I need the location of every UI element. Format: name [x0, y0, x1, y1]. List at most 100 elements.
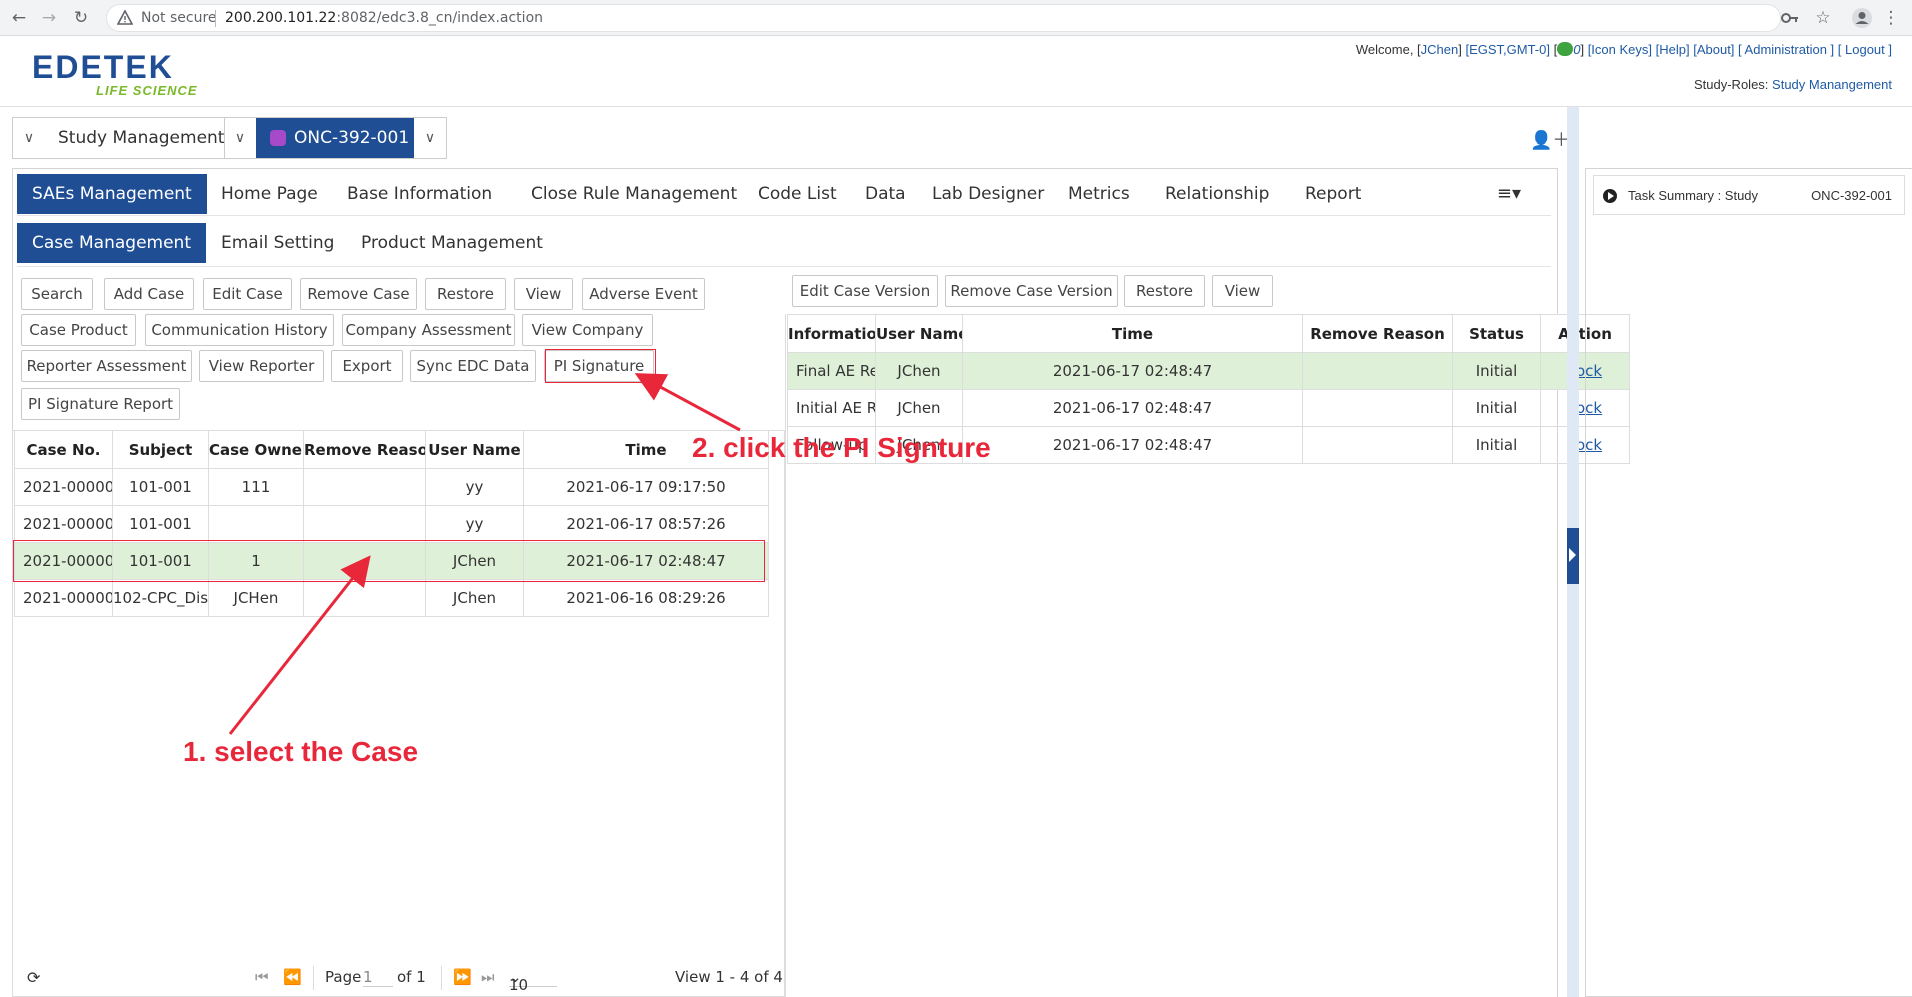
administration-link[interactable]: [ Administration ] — [1738, 42, 1834, 57]
col-case-owner[interactable]: Case Owner — [208, 430, 304, 469]
tab-email-setting[interactable]: Email Setting — [206, 223, 349, 263]
table-row[interactable]: 2021-000004 101-001 111 yy 2021-06-17 09… — [14, 468, 769, 506]
study-selector: ∨ Study Management ∨ ONC-392-001 ∨ — [12, 117, 447, 159]
view-button[interactable]: View — [514, 278, 573, 310]
tab-home-page[interactable]: Home Page — [206, 174, 333, 214]
study-roles-label: Study-Roles: — [1693, 77, 1769, 92]
tab-relationship[interactable]: Relationship — [1150, 174, 1284, 214]
mail-count[interactable]: 0 — [1573, 42, 1580, 57]
cell-remove-reason — [1302, 426, 1453, 464]
prev-page-icon[interactable]: ⏪ — [283, 968, 302, 986]
view-company-button[interactable]: View Company — [522, 314, 653, 346]
expand-arrow-icon[interactable] — [1567, 528, 1579, 584]
table-row[interactable]: 2021-000003 101-001 yy 2021-06-17 08:57:… — [14, 505, 769, 543]
reload-icon[interactable]: ↻ — [70, 7, 92, 29]
list-menu-icon[interactable]: ≡▾ — [1497, 183, 1521, 204]
view-version-button[interactable]: View — [1212, 275, 1273, 307]
profile-icon[interactable] — [1851, 7, 1873, 29]
col-user-name[interactable]: User Name — [875, 314, 963, 353]
page-size-select[interactable]: 10 ⌄ — [509, 968, 557, 994]
last-page-icon[interactable]: ⏭ — [481, 968, 495, 986]
version-row[interactable]: Initial AE Report JChen 2021-06-17 02:48… — [787, 389, 1630, 427]
tab-report[interactable]: Report — [1290, 174, 1376, 214]
tab-metrics[interactable]: Metrics — [1053, 174, 1145, 214]
version-row-selected[interactable]: Final AE Report JChen 2021-06-17 02:48:4… — [787, 352, 1630, 390]
icon-keys-link[interactable]: [Icon Keys] — [1588, 42, 1652, 57]
remove-case-version-button[interactable]: Remove Case Version — [945, 275, 1118, 307]
module-label[interactable]: Study Management — [58, 118, 224, 158]
col-remove-reason[interactable]: Remove Reason — [1302, 314, 1453, 353]
col-user-name[interactable]: User Name — [425, 430, 524, 469]
edit-case-button[interactable]: Edit Case — [203, 278, 292, 310]
view-reporter-button[interactable]: View Reporter — [199, 350, 324, 382]
add-user-icon[interactable]: 👤＋ — [1530, 126, 1570, 152]
menu-dots-icon[interactable]: ⋮ — [1880, 7, 1902, 29]
communication-history-button[interactable]: Communication History — [145, 314, 334, 346]
tab-close-rule-management[interactable]: Close Rule Management — [516, 174, 752, 214]
module-chevron-icon[interactable]: ∨ — [224, 118, 256, 158]
col-remove-reason[interactable]: Remove Reason — [303, 430, 426, 469]
restore-version-button[interactable]: Restore — [1124, 275, 1205, 307]
first-page-icon[interactable]: ⏮ — [255, 968, 269, 986]
bookmark-star-icon[interactable]: ☆ — [1812, 7, 1834, 29]
company-assessment-button[interactable]: Company Assessment — [342, 314, 515, 346]
project-selector[interactable]: ONC-392-001 — [256, 118, 414, 158]
mail-icon[interactable] — [1557, 42, 1574, 56]
col-case-no[interactable]: Case No. — [14, 430, 113, 469]
user-links: Welcome, [JChen] [EGST,GMT-0] [0] [Icon … — [1355, 42, 1892, 57]
cell-subject: 101-001 — [112, 468, 209, 506]
tab-lab-designer[interactable]: Lab Designer — [917, 174, 1059, 214]
remove-case-button[interactable]: Remove Case — [300, 278, 417, 310]
search-button[interactable]: Search — [21, 278, 93, 310]
tab-product-management[interactable]: Product Management — [346, 223, 558, 263]
pi-signature-report-button[interactable]: PI Signature Report — [21, 388, 180, 420]
cell-case-owner: JCHen — [208, 579, 304, 617]
cell-status: Initial — [1452, 352, 1541, 390]
version-table-header: Information User Name Time Remove Reason… — [787, 314, 1630, 353]
next-page-icon[interactable]: ⏩ — [453, 968, 472, 986]
sync-edc-data-button[interactable]: Sync EDC Data — [410, 350, 536, 382]
edit-case-version-button[interactable]: Edit Case Version — [792, 275, 938, 307]
refresh-icon[interactable]: ⟳ — [27, 968, 40, 987]
project-dropdown-icon[interactable]: ∨ — [414, 118, 446, 158]
tab-saes-management[interactable]: SAEs Management — [17, 174, 207, 214]
col-information[interactable]: Information — [787, 314, 876, 353]
col-subject[interactable]: Subject — [112, 430, 209, 469]
tab-case-management[interactable]: Case Management — [17, 223, 206, 263]
logout-link[interactable]: [ Logout ] — [1838, 42, 1892, 57]
back-icon[interactable]: ← — [8, 7, 30, 29]
study-roles-link[interactable]: Study Manangement — [1772, 77, 1892, 92]
address-bar[interactable]: Not secure 200.200.101.22:8082/edc3.8_cn… — [106, 4, 1781, 32]
study-roles: Study-Roles: Study Manangement — [1694, 77, 1892, 92]
help-link[interactable]: [Help] — [1656, 42, 1690, 57]
table-row-selected[interactable]: 2021-000001 101-001 1 JChen 2021-06-17 0… — [14, 542, 769, 580]
reporter-assessment-button[interactable]: Reporter Assessment — [21, 350, 192, 382]
cell-remove-reason — [303, 505, 426, 543]
forward-icon[interactable]: → — [38, 7, 60, 29]
user-link[interactable]: JChen — [1421, 42, 1459, 57]
timezone-link[interactable]: [EGST,GMT-0] — [1465, 42, 1550, 57]
export-button[interactable]: Export — [331, 350, 403, 382]
restore-button[interactable]: Restore — [425, 278, 506, 310]
add-case-button[interactable]: Add Case — [104, 278, 194, 310]
module-dropdown-icon[interactable]: ∨ — [13, 118, 45, 158]
page-input[interactable]: 1 — [363, 968, 393, 987]
annotation-step-2: 2. click the PI Signture — [692, 432, 991, 463]
task-summary-box[interactable]: Task Summary : Study ONC-392-001 — [1593, 175, 1905, 215]
address-separator — [215, 10, 216, 27]
key-icon[interactable] — [1781, 11, 1799, 25]
table-row[interactable]: 2021-000002 102-CPC_Dis JCHen JChen 2021… — [14, 579, 769, 617]
col-status[interactable]: Status — [1452, 314, 1541, 353]
case-table-header: Case No. Subject Case Owner Remove Reaso… — [14, 430, 769, 469]
case-product-button[interactable]: Case Product — [21, 314, 136, 346]
pi-signature-button[interactable]: PI Signature — [544, 350, 654, 382]
about-link[interactable]: [About] — [1693, 42, 1734, 57]
tab-base-information[interactable]: Base Information — [332, 174, 507, 214]
adverse-event-button[interactable]: Adverse Event — [582, 278, 705, 310]
tabs-divider — [17, 215, 1551, 216]
col-time[interactable]: Time — [962, 314, 1303, 353]
tab-data[interactable]: Data — [850, 174, 921, 214]
cell-time: 2021-06-17 02:48:47 — [523, 542, 769, 580]
task-summary-label: Task Summary : Study — [1628, 188, 1759, 203]
tab-code-list[interactable]: Code List — [743, 174, 852, 214]
